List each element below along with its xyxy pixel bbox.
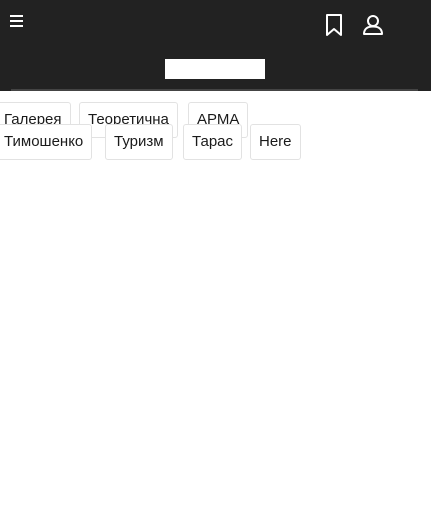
bookmark-icon[interactable] xyxy=(323,13,345,37)
tag-turyzm[interactable]: Туризм xyxy=(105,124,173,160)
site-logo[interactable] xyxy=(165,59,265,79)
header-divider xyxy=(11,89,418,91)
tag-taras[interactable]: Тарас xyxy=(183,124,243,160)
hamburger-menu-icon[interactable] xyxy=(10,14,25,28)
user-account-icon[interactable] xyxy=(361,13,385,37)
tag-here[interactable]: Here xyxy=(250,124,301,160)
tag-tymoshenko[interactable]: Тимошенко xyxy=(0,124,93,160)
top-header xyxy=(0,0,431,91)
